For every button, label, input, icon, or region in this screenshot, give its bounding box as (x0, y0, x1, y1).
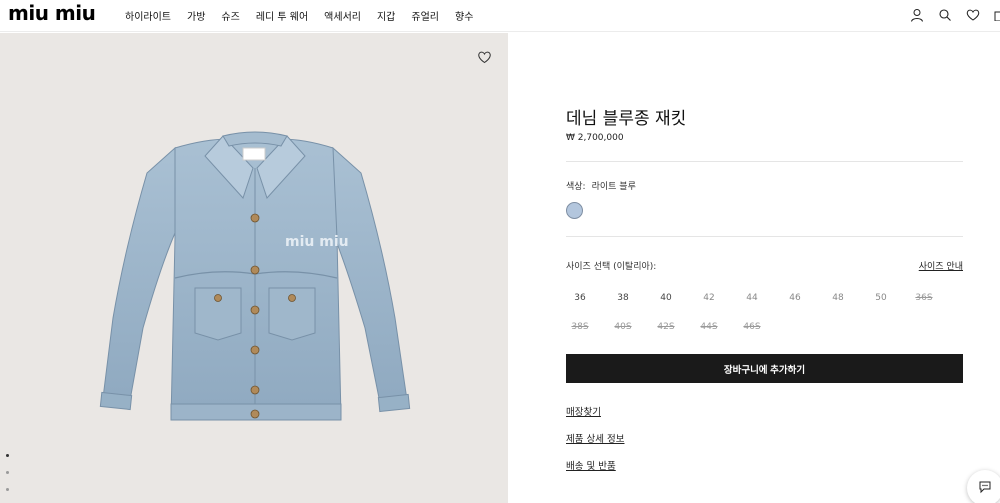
size-option[interactable]: 44 (740, 293, 764, 303)
divider (566, 161, 963, 162)
size-option[interactable]: 36S (912, 293, 936, 303)
chat-icon (978, 479, 992, 498)
header-icons (910, 7, 1000, 22)
size-option[interactable]: 44S (697, 322, 721, 332)
gallery-pager (6, 454, 9, 491)
main-nav: 하이라이트 가방 슈즈 레디 투 웨어 액세서리 지갑 쥬얼리 향수 (125, 8, 473, 23)
nav-item-accessories[interactable]: 액세서리 (324, 8, 361, 23)
search-icon[interactable] (938, 7, 952, 21)
size-option[interactable]: 40S (611, 322, 635, 332)
size-guide-link[interactable]: 사이즈 안내 (919, 259, 963, 272)
nav-item-highlights[interactable]: 하이라이트 (125, 8, 171, 23)
size-option[interactable]: 48 (826, 293, 850, 303)
nav-item-wallets[interactable]: 지갑 (377, 8, 395, 23)
size-option[interactable]: 50 (869, 293, 893, 303)
size-option[interactable]: 36 (568, 293, 592, 303)
size-option[interactable]: 42 (697, 293, 721, 303)
site-header: miu miu 하이라이트 가방 슈즈 레디 투 웨어 액세서리 지갑 쥬얼리 … (0, 0, 1000, 32)
color-swatch-light-blue[interactable] (566, 202, 583, 219)
size-option[interactable]: 40 (654, 293, 678, 303)
user-icon[interactable] (910, 7, 924, 22)
nav-item-ready-to-wear[interactable]: 레디 투 웨어 (256, 8, 308, 23)
heart-icon[interactable] (966, 7, 980, 21)
svg-text:miu miu: miu miu (285, 234, 349, 250)
wishlist-heart-icon[interactable] (477, 49, 492, 64)
product-price: ₩ 2,700,000 (566, 133, 624, 143)
size-option[interactable]: 46S (740, 322, 764, 332)
pager-dot-2[interactable] (6, 471, 9, 474)
size-option[interactable]: 38S (568, 322, 592, 332)
bag-icon[interactable] (994, 7, 1000, 21)
find-store-link[interactable]: 매장찾기 (566, 404, 601, 418)
size-option[interactable]: 42S (654, 322, 678, 332)
color-label: 색상: 라이트 블루 (566, 179, 636, 192)
chat-button[interactable] (967, 470, 1000, 503)
product-image-gallery[interactable]: miu miu (0, 33, 508, 503)
pager-dot-1[interactable] (6, 454, 9, 457)
product-title: 데님 블루종 재킷 (566, 109, 687, 129)
nav-item-fragrance[interactable]: 향수 (455, 8, 473, 23)
divider (566, 236, 963, 237)
nav-item-shoes[interactable]: 슈즈 (221, 8, 239, 23)
color-label-text: 색상: (566, 182, 586, 192)
shipping-returns-link[interactable]: 배송 및 반품 (566, 458, 616, 472)
color-value: 라이트 블루 (591, 182, 636, 192)
size-option[interactable]: 38 (611, 293, 635, 303)
denim-jacket-image: miu miu (99, 131, 411, 421)
pager-dot-3[interactable] (6, 488, 9, 491)
nav-item-jewelry[interactable]: 쥬얼리 (411, 8, 439, 23)
size-option[interactable]: 46 (783, 293, 807, 303)
nav-item-bags[interactable]: 가방 (187, 8, 205, 23)
add-to-cart-button[interactable]: 장바구니에 추가하기 (566, 354, 963, 383)
brand-logo[interactable]: miu miu (8, 3, 96, 23)
size-select-label: 사이즈 선택 (이탈리아): (566, 262, 657, 272)
product-details-link[interactable]: 제품 상세 정보 (566, 431, 624, 445)
